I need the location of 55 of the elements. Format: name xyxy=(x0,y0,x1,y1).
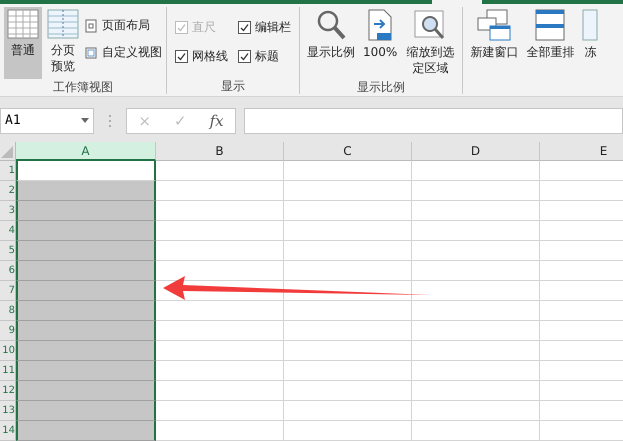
page-icon xyxy=(84,18,98,33)
ribbon-button[interactable]: 冻 xyxy=(579,7,602,80)
row-header[interactable]: 7 xyxy=(0,281,16,301)
ribbon-button[interactable]: 全部重排 xyxy=(523,7,578,80)
ribbon-button[interactable]: 分页预览 xyxy=(44,7,82,80)
row-header[interactable]: 10 xyxy=(0,341,16,361)
ribbon-button[interactable]: 新建窗口 xyxy=(467,7,522,80)
checkmark-icon xyxy=(177,52,186,62)
checkmark-icon xyxy=(177,23,186,32)
ribbon-button[interactable]: 缩放到选定区域 xyxy=(402,7,458,80)
column-header[interactable]: C xyxy=(284,142,412,161)
column-header[interactable]: A xyxy=(16,142,156,161)
column-header[interactable]: B xyxy=(156,142,284,161)
ribbon-button[interactable]: 自定义视图 xyxy=(84,44,162,62)
column-header[interactable]: D xyxy=(412,142,540,161)
magnifier-icon xyxy=(315,9,347,42)
ribbon-button[interactable]: 页面布局 xyxy=(84,17,162,34)
ribbon-button[interactable]: 显示比例 xyxy=(304,7,358,80)
insert-function-button[interactable]: fx xyxy=(210,112,224,130)
arrange-icon xyxy=(535,9,566,42)
row-header[interactable]: 9 xyxy=(0,321,16,341)
row-header[interactable]: 1 xyxy=(0,161,16,181)
row-header[interactable]: 11 xyxy=(0,361,16,381)
row-header[interactable]: 5 xyxy=(0,241,16,261)
custom-view-icon xyxy=(84,46,98,60)
row-header[interactable]: 8 xyxy=(0,301,16,321)
drag-handle-icon xyxy=(108,114,112,128)
select-all-corner[interactable] xyxy=(0,142,16,161)
row-header[interactable]: 4 xyxy=(0,221,16,241)
checkmark-icon xyxy=(240,52,249,62)
new-window-icon xyxy=(477,9,512,42)
page-100-icon xyxy=(366,9,394,42)
row-header[interactable]: 13 xyxy=(0,401,16,421)
group-label: 显示 xyxy=(220,78,246,94)
column-header[interactable]: E xyxy=(540,142,623,161)
grid-icon xyxy=(7,9,39,40)
group-label: 工作簿视图 xyxy=(52,79,114,96)
zoom-selection-icon xyxy=(414,9,446,42)
checkbox[interactable]: 编辑栏 xyxy=(238,19,291,36)
row-header[interactable]: 14 xyxy=(0,421,16,441)
checkbox[interactable]: 网格线 xyxy=(175,48,228,66)
group-label: 显示比例 xyxy=(356,79,406,96)
ribbon-button[interactable]: 100% xyxy=(360,7,400,80)
freeze-icon xyxy=(582,9,598,42)
row-header[interactable]: 3 xyxy=(0,201,16,221)
row-header[interactable]: 6 xyxy=(0,261,16,281)
page-break-icon xyxy=(47,9,79,40)
dropdown-icon xyxy=(81,118,89,124)
ribbon-button[interactable]: 普通 xyxy=(4,7,42,80)
checkbox[interactable]: 标题 xyxy=(238,48,291,66)
row-header[interactable]: 2 xyxy=(0,181,16,201)
formula-input[interactable] xyxy=(244,108,623,134)
checkmark-icon xyxy=(240,23,249,32)
name-box[interactable]: A1 xyxy=(0,108,94,134)
row-header[interactable]: 12 xyxy=(0,381,16,401)
